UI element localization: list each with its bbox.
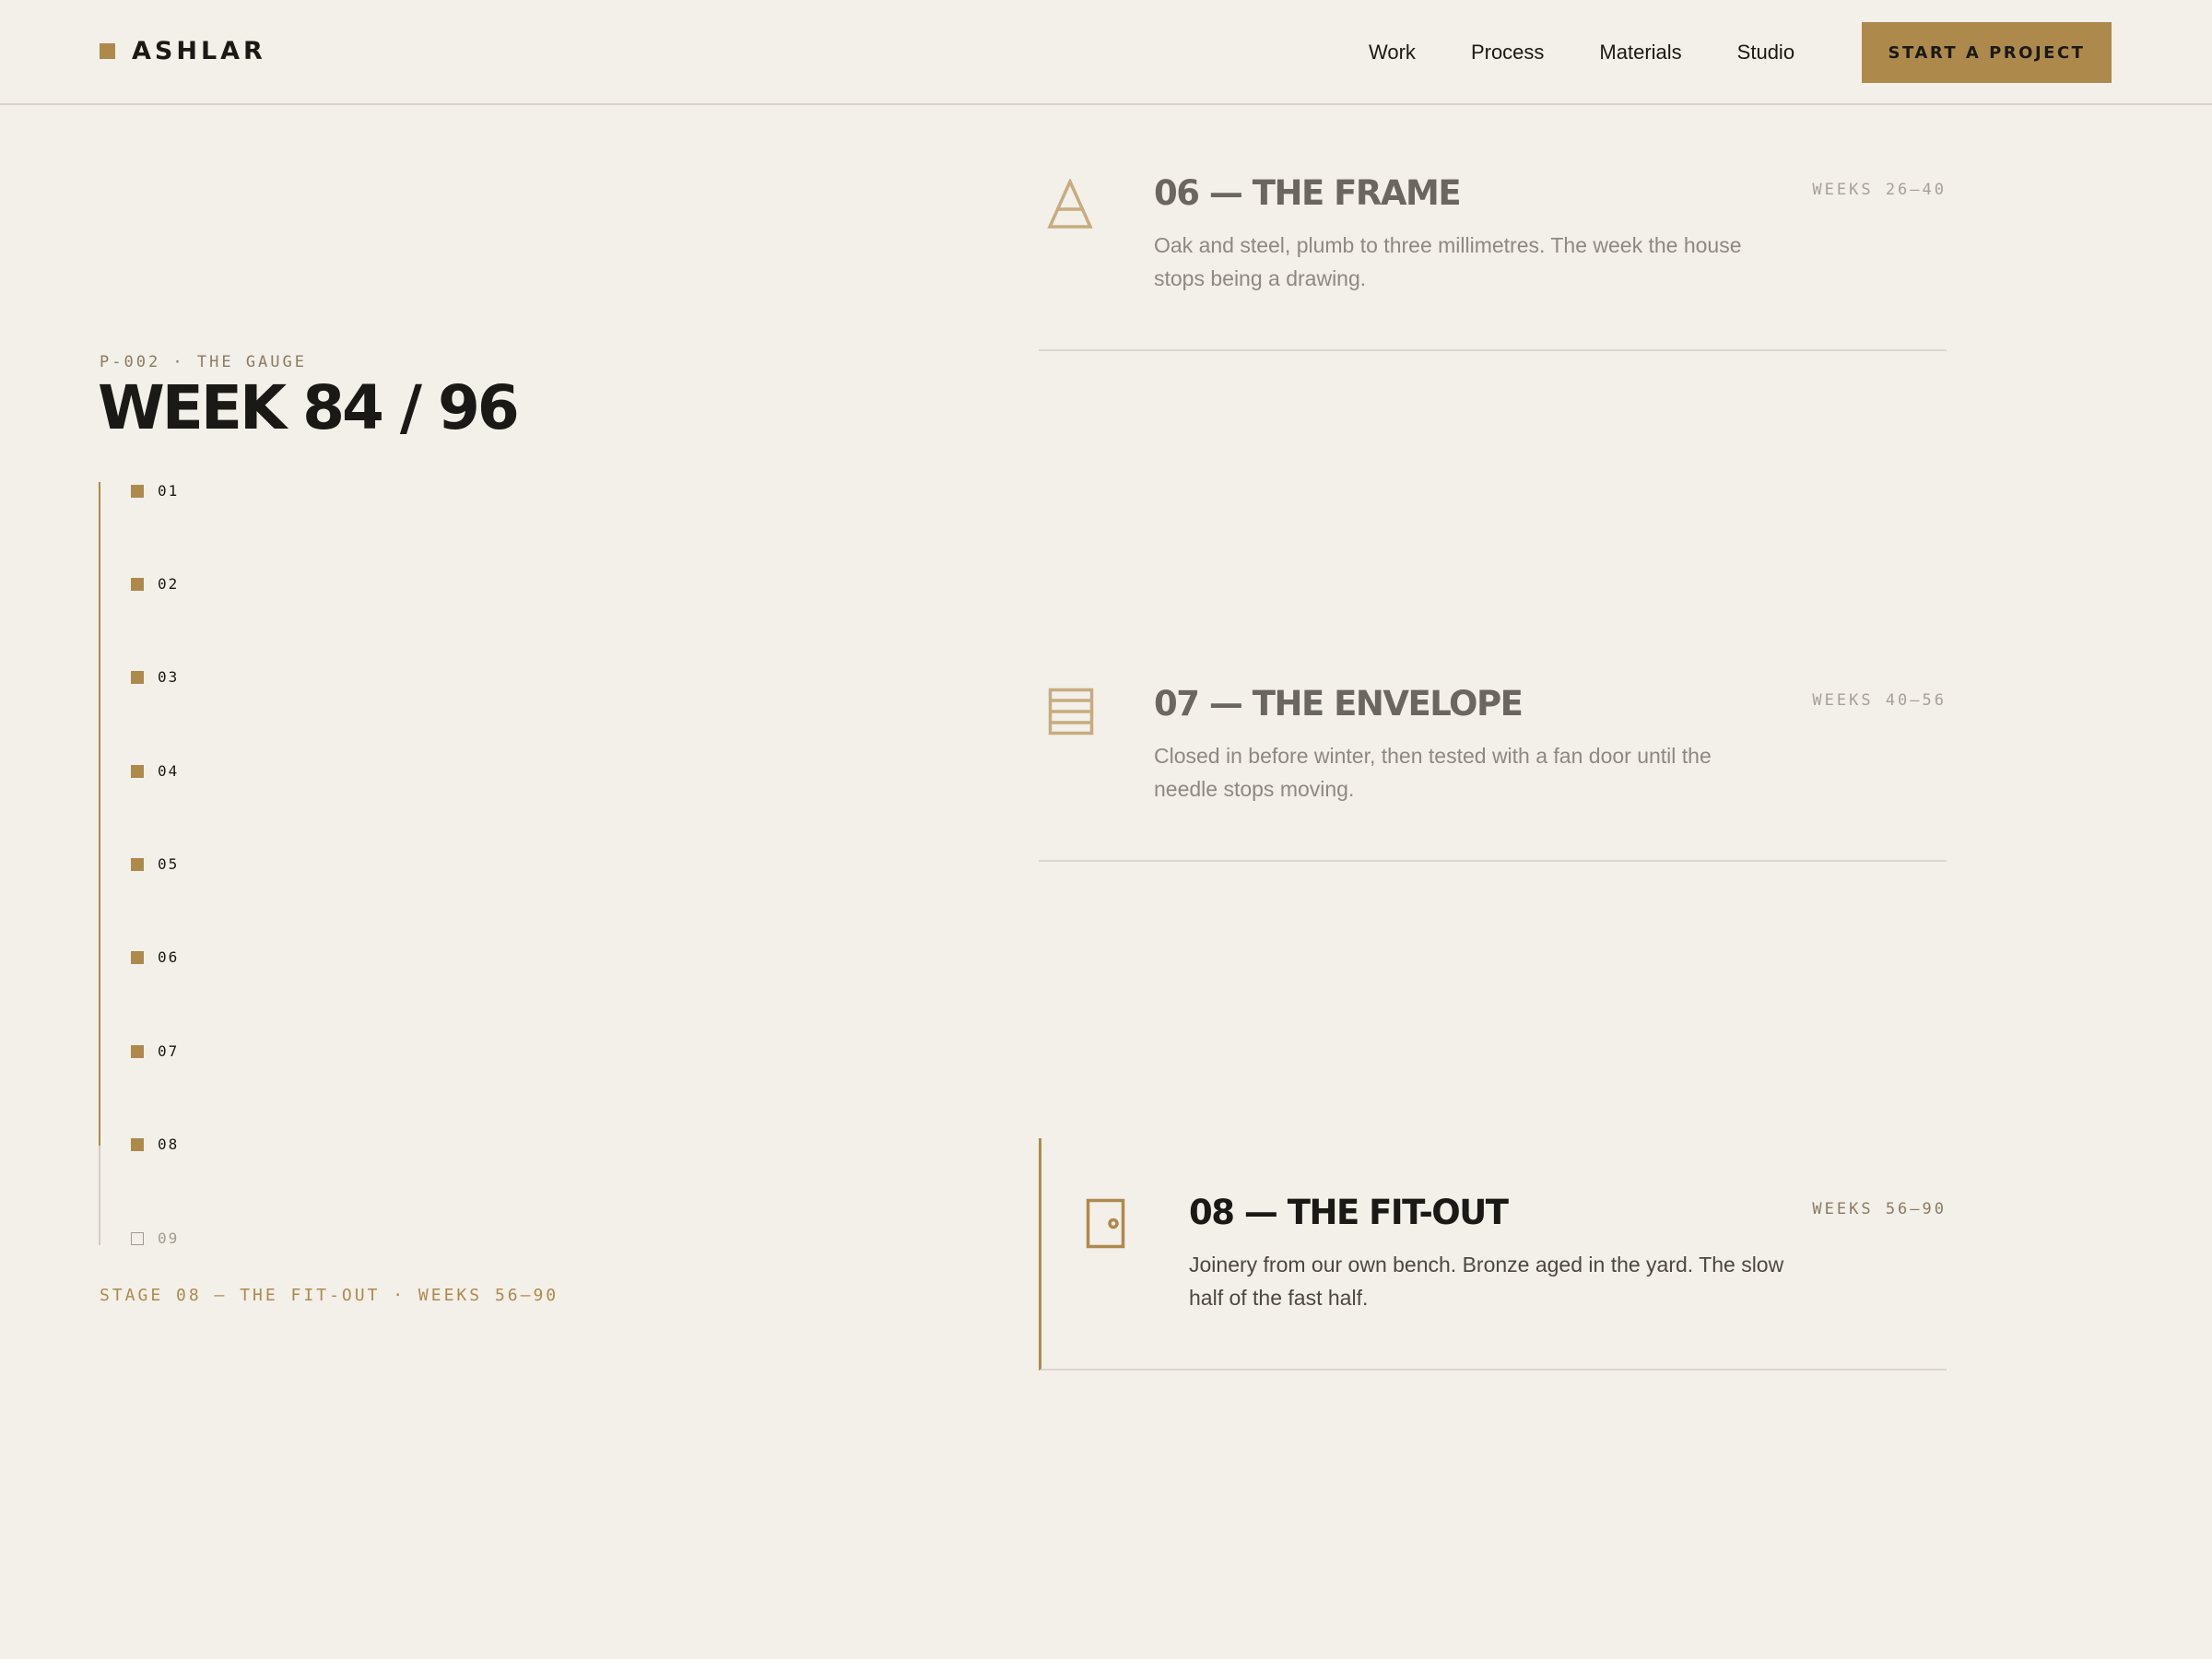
tick-label: 01 [158,482,180,500]
gauge-tick-03[interactable]: 03 [131,668,179,686]
stage-title: 07 — THE ENVELOPE [1154,684,1524,724]
stage-weeks: WEEKS 40–56 [1812,691,1947,710]
nav-link-studio[interactable]: Studio [1737,41,1794,65]
gauge-rail-progress [99,482,100,1146]
stage-weeks: WEEKS 26–40 [1812,181,1947,199]
tick-marker-icon [131,1044,144,1058]
gauge-tick-08[interactable]: 08 [131,1135,179,1153]
tick-marker-empty-icon [131,1231,144,1245]
site-header: ASHLAR Work Process Materials Studio STA… [0,0,2212,105]
logo[interactable]: ASHLAR [100,37,266,65]
tick-label: 09 [158,1230,180,1247]
nav-link-work[interactable]: Work [1369,41,1416,65]
tick-marker-icon [131,764,144,778]
gauge-tick-09[interactable]: 09 [131,1230,179,1247]
tick-label: 06 [158,948,180,966]
tick-marker-icon [131,670,144,684]
gauge-tick-06[interactable]: 06 [131,948,179,966]
tick-marker-icon [131,857,144,871]
week-counter-title: WEEK 84 / 96 [98,372,520,443]
tick-label: 03 [158,668,180,686]
logo-mark-icon [100,43,115,59]
stage-card-envelope[interactable]: 07 — THE ENVELOPE Closed in before winte… [1039,658,1947,862]
gauge-tick-01[interactable]: 01 [131,482,179,500]
stage-description: Joinery from our own bench. Bronze aged … [1189,1253,1784,1310]
tick-label: 05 [158,855,180,873]
gauge-tick-04[interactable]: 04 [131,762,179,780]
tick-label: 08 [158,1135,180,1153]
gauge-rail-remaining [99,1146,100,1245]
tick-label: 02 [158,575,180,593]
tick-marker-icon [131,1137,144,1151]
tick-label: 04 [158,762,180,780]
stage-title: 08 — THE FIT-OUT [1189,1193,1509,1232]
tick-marker-icon [131,484,144,498]
wall-layers-icon [1048,688,1094,735]
main-nav: Work Process Materials Studio [1369,41,1850,65]
current-stage-note: STAGE 08 — THE FIT-OUT · WEEKS 56–90 [100,1286,559,1305]
start-project-button[interactable]: START A PROJECT [1862,22,2112,83]
gauge-tick-05[interactable]: 05 [131,855,179,873]
stage-card-fit-out[interactable]: 08 — THE FIT-OUT Joinery from our own be… [1039,1138,1947,1371]
gauge-tick-07[interactable]: 07 [131,1042,179,1060]
stage-title: 06 — THE FRAME [1154,173,1462,213]
stage-weeks: WEEKS 56–90 [1812,1200,1947,1218]
door-icon [1086,1198,1125,1249]
logo-text: ASHLAR [132,37,266,65]
nav-link-materials[interactable]: Materials [1599,41,1681,65]
stage-description: Closed in before winter, then tested wit… [1154,744,1712,801]
stage-card-frame[interactable]: 06 — THE FRAME Oak and steel, plumb to t… [1039,147,1947,351]
tick-marker-icon [131,950,144,964]
stage-description: Oak and steel, plumb to three millimetre… [1154,233,1742,290]
triangle-frame-icon [1047,179,1093,229]
tick-marker-icon [131,577,144,591]
nav-link-process[interactable]: Process [1471,41,1544,65]
gauge-tick-02[interactable]: 02 [131,575,179,593]
tick-label: 07 [158,1042,180,1060]
gauge-eyebrow: P-002 · THE GAUGE [100,353,307,371]
